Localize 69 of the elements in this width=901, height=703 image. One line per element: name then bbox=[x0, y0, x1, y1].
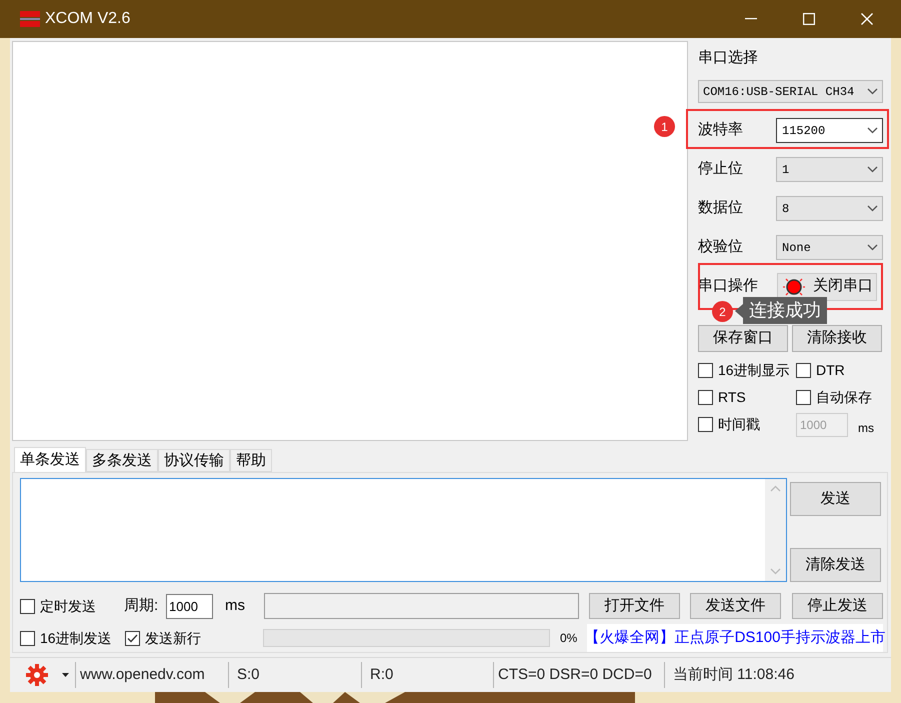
minimize-icon bbox=[745, 18, 757, 20]
send-text-area[interactable] bbox=[20, 478, 787, 582]
tab[interactable]: 帮助 bbox=[230, 449, 272, 472]
chevron-down-icon bbox=[867, 127, 878, 134]
checkbox[interactable] bbox=[698, 417, 713, 432]
chevron-down-icon bbox=[770, 568, 781, 575]
tooltip-pointer-icon bbox=[735, 304, 743, 318]
gear-icon bbox=[26, 664, 48, 686]
checkbox-label: 定时发送 bbox=[40, 596, 96, 616]
setting-dropdown[interactable]: None bbox=[776, 235, 883, 260]
check-icon bbox=[127, 634, 138, 642]
setting-dropdown[interactable]: 1 bbox=[776, 157, 883, 182]
tab[interactable]: 单条发送 bbox=[14, 447, 86, 472]
port-dropdown[interactable]: COM16:USB-SERIAL CH34 bbox=[698, 80, 883, 103]
chevron-down-icon bbox=[867, 244, 878, 251]
logo-icon bbox=[20, 10, 40, 28]
file-button[interactable]: 发送文件 bbox=[690, 593, 781, 619]
file-button[interactable]: 打开文件 bbox=[589, 593, 680, 619]
chevron-down-icon bbox=[867, 88, 878, 95]
file-path-field[interactable] bbox=[264, 593, 579, 619]
file-button[interactable]: 停止发送 bbox=[792, 593, 883, 619]
checkbox-label: 16进制发送 bbox=[40, 628, 112, 648]
checkbox[interactable] bbox=[796, 390, 811, 405]
tab[interactable]: 协议传输 bbox=[158, 449, 230, 472]
checkbox-label: 时间戳 bbox=[718, 415, 760, 434]
checkbox[interactable] bbox=[20, 598, 35, 614]
period-label: 周期: bbox=[124, 596, 160, 616]
send-button[interactable]: 发送 bbox=[790, 482, 881, 516]
checkbox[interactable] bbox=[20, 630, 35, 646]
close-icon bbox=[861, 13, 873, 25]
checkbox[interactable] bbox=[125, 630, 140, 646]
checkbox-label: 16进制显示 bbox=[718, 361, 790, 380]
checkbox[interactable] bbox=[698, 390, 713, 405]
setting-label: 波特率 bbox=[698, 120, 744, 140]
window-title: XCOM V2.6 bbox=[45, 9, 130, 29]
maximize-icon bbox=[803, 13, 815, 25]
setting-label: 数据位 bbox=[698, 198, 744, 218]
ad-link[interactable]: 【火爆全网】正点原子DS100手持示波器上市 bbox=[587, 624, 883, 652]
scrollbar[interactable] bbox=[765, 479, 786, 581]
setting-dropdown[interactable]: 115200 bbox=[776, 118, 883, 143]
close-port-button[interactable]: 关闭串口 bbox=[777, 272, 877, 300]
unit-label: ms bbox=[858, 420, 874, 436]
checkbox[interactable] bbox=[698, 363, 713, 378]
section-heading: 串口选择 bbox=[698, 48, 758, 68]
line-status: CTS=0 DSR=0 DCD=0 bbox=[497, 664, 653, 685]
chevron-down-icon bbox=[867, 166, 878, 173]
received-count: R:0 bbox=[369, 664, 394, 685]
checkbox-label: DTR bbox=[816, 361, 845, 380]
dropdown-arrow-icon bbox=[62, 673, 69, 677]
website-text: www.openedv.com bbox=[79, 664, 206, 685]
checkbox-label: RTS bbox=[718, 388, 746, 407]
period-field[interactable]: 1000 bbox=[166, 594, 213, 618]
panel-button[interactable]: 保存窗口 bbox=[698, 325, 788, 352]
setting-label: 停止位 bbox=[698, 159, 744, 180]
setting-label: 校验位 bbox=[698, 237, 744, 258]
send-button[interactable]: 清除发送 bbox=[790, 548, 881, 582]
tab[interactable]: 多条发送 bbox=[86, 449, 158, 472]
chevron-down-icon bbox=[867, 205, 878, 212]
checkbox[interactable] bbox=[796, 363, 811, 378]
sent-count: S:0 bbox=[236, 664, 261, 685]
chevron-up-icon bbox=[770, 485, 781, 492]
unit-label: ms bbox=[224, 596, 246, 616]
checkbox-label: 自动保存 bbox=[816, 388, 872, 407]
setting-dropdown[interactable]: 8 bbox=[776, 196, 883, 221]
setting-label: 串口操作 bbox=[698, 276, 759, 296]
panel-button[interactable]: 清除接收 bbox=[792, 325, 882, 352]
checkbox-label: 发送新行 bbox=[145, 628, 201, 648]
current-time: 当前时间 11:08:46 bbox=[672, 664, 794, 685]
progress-reading: 0% bbox=[559, 630, 578, 647]
